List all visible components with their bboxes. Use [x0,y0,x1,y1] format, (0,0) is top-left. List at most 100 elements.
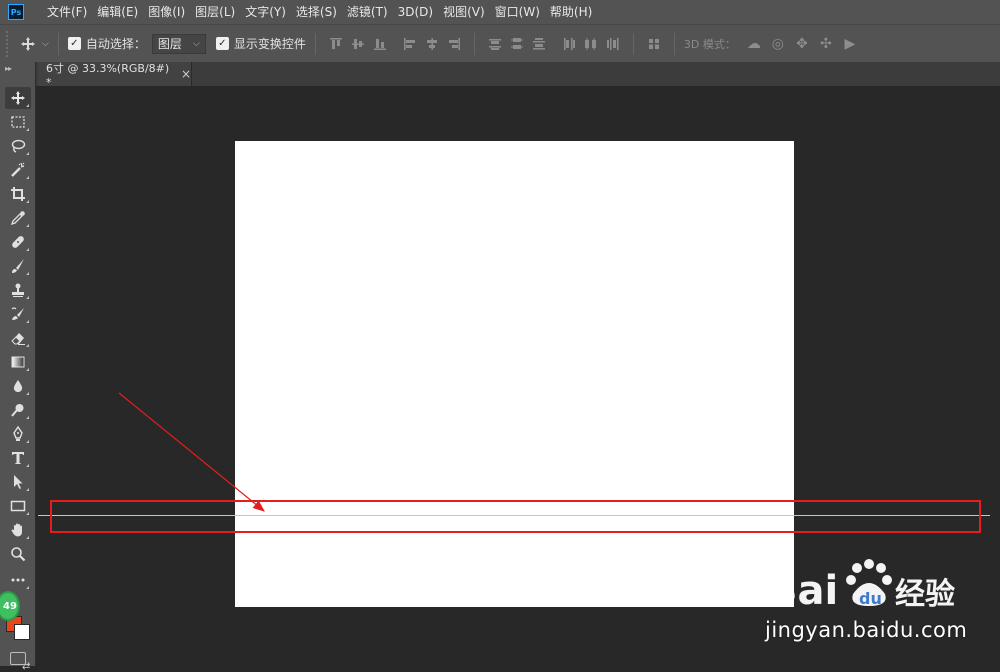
clone-stamp-tool[interactable] [5,279,31,301]
background-color-swatch[interactable] [14,624,30,640]
more-tools[interactable] [5,569,31,591]
watermark-url: jingyan.baidu.com [765,618,968,642]
svg-text:Bai: Bai [767,568,838,614]
menu-window[interactable]: 窗口(W) [490,0,545,24]
menu-3d[interactable]: 3D(D) [393,0,438,24]
move-tool[interactable] [5,87,31,109]
eraser-icon [11,333,25,345]
ellipsis-icon [11,578,25,582]
move-icon [21,36,35,51]
document-tab-title: 6寸 @ 33.3%(RGB/8#) * [46,61,170,89]
rectangle-tool[interactable] [5,495,31,517]
pan-3d-icon[interactable]: ✥ [790,33,814,55]
magic-wand-tool[interactable] [5,159,31,181]
align-top-icon[interactable] [325,33,347,55]
zoom-tool[interactable] [5,543,31,565]
align-right-icon[interactable] [443,33,465,55]
water-drop-icon [13,380,23,392]
menu-help[interactable]: 帮助(H) [545,0,597,24]
stamp-icon [12,283,24,297]
brush-tool[interactable] [5,255,31,277]
pen-icon [13,426,23,441]
options-grip[interactable] [6,30,12,57]
auto-select-checkbox[interactable]: ✓ [67,37,81,50]
gradient-icon [11,356,25,368]
distribute-horizontal-center-icon[interactable] [580,33,602,55]
menu-view[interactable]: 视图(V) [438,0,490,24]
tools-panel: ▸▸ ⇄ [0,62,36,672]
chevron-down-icon: ⌵ [193,38,200,49]
auto-select-label: 自动选择： [85,37,146,51]
document-tab[interactable]: 6寸 @ 33.3%(RGB/8#) * × [38,61,192,89]
chevron-down-icon: ⌵ [42,38,49,49]
divider [473,32,475,55]
distribute-bottom-icon[interactable] [528,33,550,55]
eyedropper-icon [10,211,25,226]
menu-bar: Ps 文件(F) 编辑(E) 图像(I) 图层(L) 文字(Y) 选择(S) 滤… [0,0,1000,24]
type-tool[interactable] [5,447,31,469]
divider [632,32,634,55]
svg-text:du: du [859,589,882,608]
brush-icon [12,259,24,273]
eyedropper-tool[interactable] [5,207,31,229]
menu-layer[interactable]: 图层(L) [190,0,240,24]
blur-tool[interactable] [5,375,31,397]
document-canvas[interactable] [235,141,794,607]
photoshop-logo: Ps [8,4,24,20]
divider [314,32,316,55]
svg-text:经验: 经验 [895,577,955,612]
type-icon [12,452,24,464]
document-tab-bar: 6寸 @ 33.3%(RGB/8#) * × [36,61,1000,89]
arrow-cursor-icon [14,475,23,489]
menu-type[interactable]: 文字(Y) [240,0,291,24]
marquee-tool[interactable] [5,111,31,133]
pen-tool[interactable] [5,423,31,445]
align-left-icon[interactable] [399,33,421,55]
menu-select[interactable]: 选择(S) [291,0,342,24]
dodge-icon [11,404,24,417]
align-horizontal-center-icon[interactable] [421,33,443,55]
auto-select-dropdown[interactable]: 图层 ⌵ [151,33,206,54]
close-icon[interactable]: × [181,67,191,81]
divider [57,32,59,55]
crop-icon [11,187,25,201]
dodge-tool[interactable] [5,399,31,421]
menu-edit[interactable]: 编辑(E) [92,0,143,24]
hand-tool[interactable] [5,519,31,541]
toolbar-collapse-icon[interactable]: ▸▸ [5,64,12,73]
hand-icon [11,523,22,537]
align-vertical-center-icon[interactable] [347,33,369,55]
divider [673,32,675,55]
marquee-icon [11,116,25,128]
annotation-highlight-box [50,500,981,533]
orbit-3d-icon[interactable]: ☁ [742,33,766,55]
align-bottom-icon[interactable] [369,33,391,55]
mode-3d-label: 3D 模式： [683,37,736,51]
path-selection-tool[interactable] [5,471,31,493]
lasso-tool[interactable] [5,135,31,157]
tool-preset-picker[interactable]: ⌵ [20,36,49,52]
distribute-vertical-center-icon[interactable] [506,33,528,55]
distribute-top-icon[interactable] [484,33,506,55]
magic-wand-icon [11,162,25,177]
menu-image[interactable]: 图像(I) [143,0,190,24]
baidu-watermark: Bai du 经验 jingyan.baidu.com [765,556,995,656]
auto-align-icon[interactable] [643,33,665,55]
menu-filter[interactable]: 滤镜(T) [342,0,393,24]
roll-3d-icon[interactable]: ◎ [766,33,790,55]
distribute-right-icon[interactable] [602,33,624,55]
camera-3d-icon[interactable]: ▶ [838,33,862,55]
show-transform-checkbox[interactable]: ✓ [215,37,229,50]
eraser-tool[interactable] [5,327,31,349]
menu-file[interactable]: 文件(F) [42,0,92,24]
distribute-left-icon[interactable] [558,33,580,55]
rectangle-icon [10,500,26,512]
history-brush-icon [11,307,24,320]
crop-tool[interactable] [5,183,31,205]
magnifier-icon [11,547,26,562]
gradient-tool[interactable] [5,351,31,373]
slide-3d-icon[interactable]: ✣ [814,33,838,55]
healing-brush-tool[interactable] [5,231,31,253]
history-brush-tool[interactable] [5,303,31,325]
quick-mask-icon[interactable] [10,652,26,665]
